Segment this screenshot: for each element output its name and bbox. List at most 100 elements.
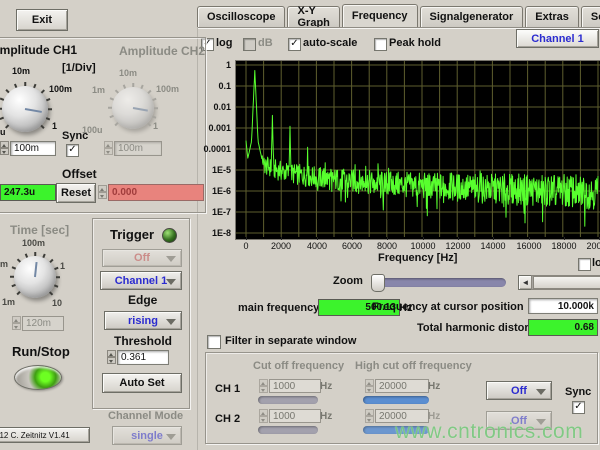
time-field[interactable]: 120m — [22, 316, 64, 331]
knob-tick — [49, 291, 53, 295]
amplitude-ch2-knob[interactable] — [112, 87, 154, 129]
filter-separate-window-label: Filter in separate window — [225, 335, 356, 347]
run-stop-label: Run/Stop — [12, 344, 70, 359]
ch1-amplitude-spinner[interactable] — [0, 141, 9, 155]
ch1-amplitude-field[interactable]: 100m — [10, 141, 56, 156]
chevron-down-icon — [536, 419, 546, 425]
version-label: 012 C. Zeitnitz V1.41 — [0, 427, 90, 443]
peak-hold-checkbox[interactable] — [374, 38, 387, 51]
threshold-spinner[interactable] — [107, 350, 116, 364]
channel-select-button[interactable]: Channel 1 — [516, 29, 599, 48]
auto-set-button[interactable]: Auto Set — [102, 373, 182, 393]
channel-mode-dropdown[interactable]: single — [112, 426, 182, 445]
low-cutoff-header: Cut off frequency — [253, 360, 344, 372]
x-tick: 20000 — [584, 241, 600, 251]
filter-ch1-high-field[interactable]: 20000 — [375, 379, 429, 393]
high-cutoff-header: High cut off frequency — [355, 360, 472, 372]
filter-ch1-low-slider[interactable] — [258, 396, 318, 404]
filter-ch1-low-unit: Hz — [320, 381, 332, 392]
time-knob[interactable] — [14, 256, 56, 298]
knob-tick — [10, 276, 14, 278]
filter-ch2-low-spinner[interactable] — [259, 409, 268, 423]
amplitude-sync-checkbox[interactable] — [66, 144, 79, 157]
cursor-frequency-label: Frequency at cursor position — [372, 301, 524, 313]
main-frequency-label: main frequency — [238, 302, 319, 314]
ch2-amplitude-field[interactable]: 100m — [114, 141, 162, 156]
ch1-scale-10m: 10m — [12, 66, 30, 76]
filter-ch1-high-spinner[interactable] — [365, 379, 374, 393]
filter-ch1-mode-dropdown[interactable]: Off — [486, 381, 552, 400]
filter-ch1-low-spinner[interactable] — [259, 379, 268, 393]
filter-ch2-mode-dropdown[interactable]: Off — [486, 411, 552, 430]
chevron-down-icon — [166, 434, 176, 440]
tab-extras[interactable]: Extras — [525, 6, 579, 27]
ch2-offset-spinner[interactable] — [98, 185, 107, 199]
filter-ch2-high-slider[interactable] — [363, 426, 429, 434]
thd-value: 0.68 — [528, 319, 598, 336]
plot-scrollbar-thumb[interactable] — [533, 276, 600, 289]
x-tick: 10000 — [408, 241, 438, 251]
x-tick: 0 — [231, 241, 261, 251]
spectrum-plot[interactable] — [236, 61, 600, 237]
filter-ch2-high-field[interactable]: 20000 — [375, 409, 429, 423]
knob-tick — [42, 254, 45, 258]
auto-scale-checkbox[interactable] — [288, 38, 301, 51]
db-checkbox[interactable] — [243, 38, 256, 51]
y-tick: 0.01 — [213, 102, 231, 112]
per-div-label: [1/Div] — [62, 62, 96, 74]
tab-settings[interactable]: Settings — [581, 6, 600, 27]
knob-tick — [12, 267, 16, 270]
filter-ch2-low-field[interactable]: 1000 — [269, 409, 321, 423]
tab-frequency[interactable]: Frequency — [342, 4, 418, 27]
tab-signalgenerator[interactable]: Signalgenerator — [420, 6, 524, 27]
x-tick: 16000 — [514, 241, 544, 251]
filter-ch2-low-slider[interactable] — [258, 426, 318, 434]
zoom-slider-track[interactable] — [376, 278, 506, 287]
knob-tick — [54, 284, 58, 287]
trigger-led — [162, 228, 177, 243]
knob-tick — [56, 276, 60, 278]
ch2-amplitude-spinner[interactable] — [104, 141, 113, 155]
offset-label: Offset — [62, 167, 97, 181]
y-tick: 1E-6 — [212, 186, 231, 196]
tab-bar: Oscilloscope X-Y Graph Frequency Signalg… — [197, 5, 600, 27]
y-tick: 0.001 — [208, 123, 231, 133]
ch1-scale-100m: 100m — [49, 84, 72, 94]
y-tick: 1 — [226, 60, 231, 70]
time-spinner[interactable] — [12, 316, 21, 330]
x-tick: 8000 — [372, 241, 402, 251]
amplitude-ch1-knob[interactable] — [2, 86, 48, 132]
filter-ch1-high-slider[interactable] — [363, 396, 429, 404]
zoom-slider-thumb[interactable] — [371, 274, 385, 292]
filter-ch1-low-field[interactable]: 1000 — [269, 379, 321, 393]
exit-button[interactable]: Exit — [16, 9, 68, 31]
filter-ch2-label: CH 2 — [215, 413, 240, 425]
tab-xy-graph[interactable]: X-Y Graph — [287, 6, 339, 27]
trigger-mode-dropdown[interactable]: Off — [102, 249, 182, 267]
knob-tick — [17, 291, 21, 295]
trigger-source-dropdown[interactable]: Channel 1 — [100, 271, 182, 290]
x-log-checkbox[interactable] — [578, 258, 591, 271]
cursor-frequency-value[interactable]: 10.000k — [528, 298, 598, 314]
x-axis-title: Frequency [Hz] — [378, 252, 457, 264]
filter-separate-window-checkbox[interactable] — [207, 335, 221, 349]
channel-mode-value: single — [131, 430, 163, 442]
x-tick: 6000 — [337, 241, 367, 251]
y-tick: 1E-8 — [212, 228, 231, 238]
x-tick: 14000 — [478, 241, 508, 251]
threshold-field[interactable]: 0.361 — [117, 350, 169, 365]
threshold-label: Threshold — [114, 334, 172, 348]
time-scale-10: 10 — [52, 298, 62, 308]
y-tick: 1E-5 — [212, 165, 231, 175]
filter-sync-checkbox[interactable] — [572, 401, 585, 414]
tab-oscilloscope[interactable]: Oscilloscope — [197, 6, 285, 27]
filter-ch2-high-spinner[interactable] — [365, 409, 374, 423]
run-stop-button[interactable] — [14, 365, 62, 390]
knob-tick — [34, 252, 36, 256]
x-tick: 18000 — [549, 241, 579, 251]
ch2-offset-value: 0.000 — [108, 184, 204, 201]
trigger-edge-dropdown[interactable]: rising — [104, 311, 182, 330]
x-tick: 12000 — [443, 241, 473, 251]
offset-reset-button[interactable]: Reset — [56, 183, 96, 203]
filter-ch2-high-unit: Hz — [428, 411, 440, 422]
